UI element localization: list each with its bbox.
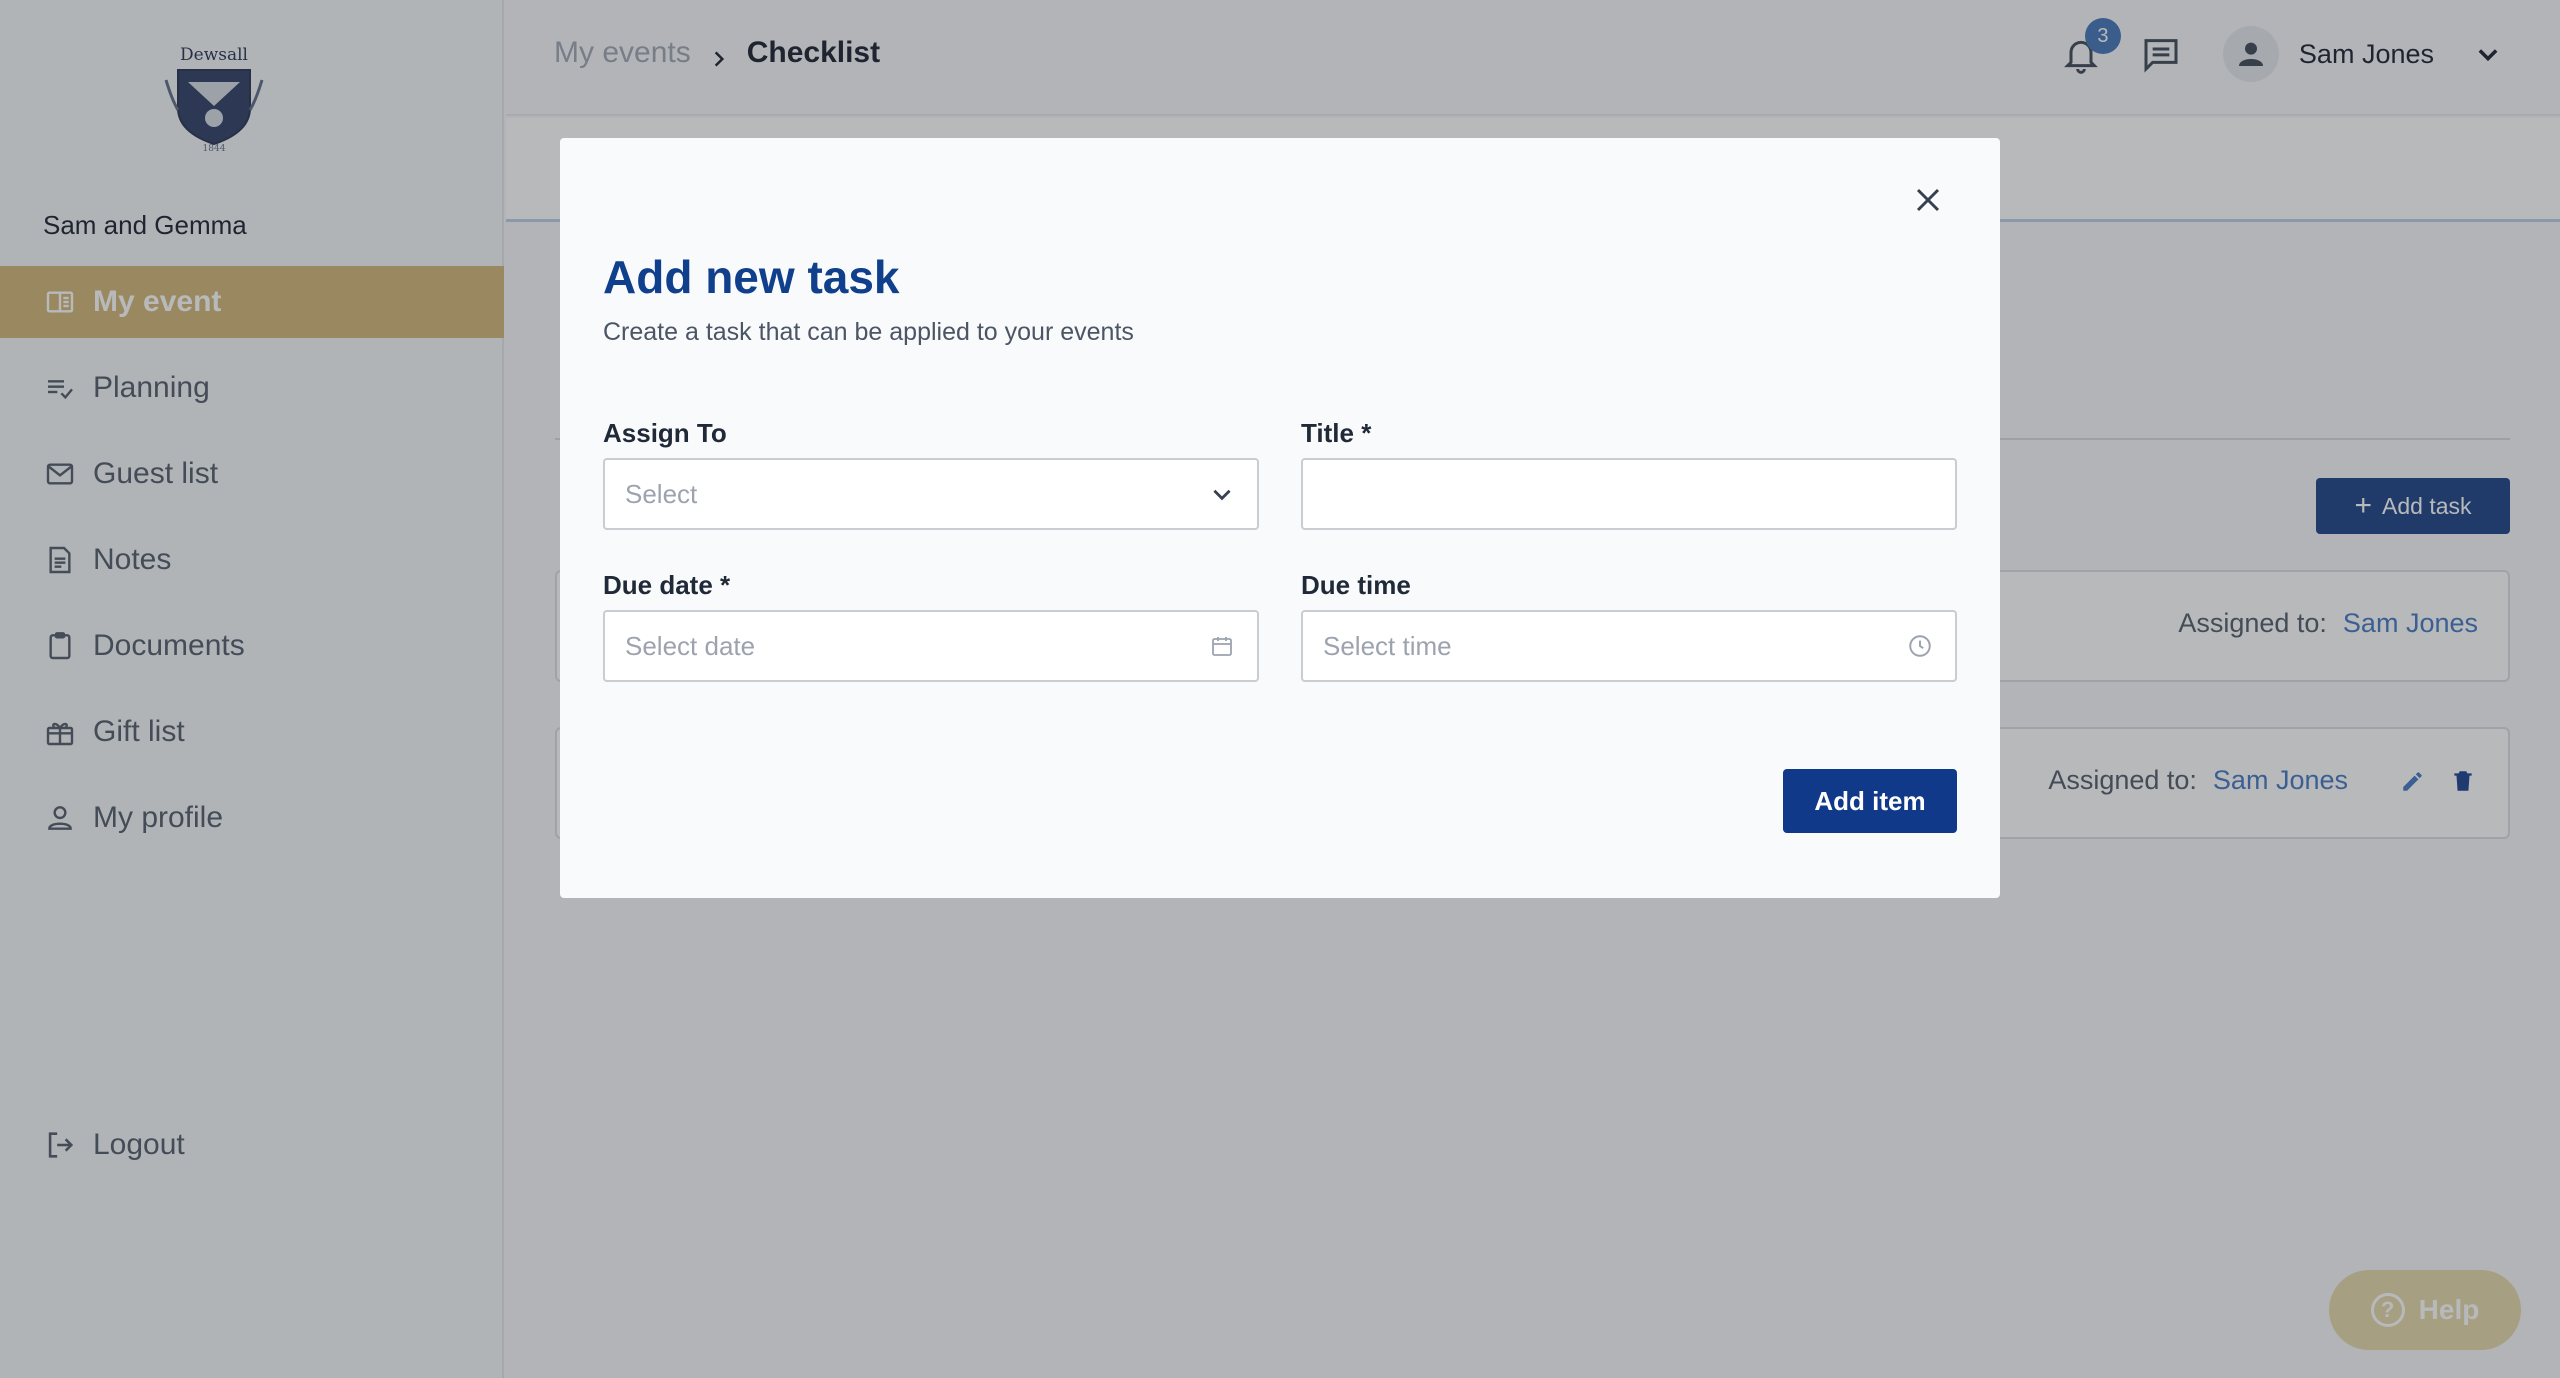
calendar-icon <box>1207 631 1237 661</box>
title-input[interactable] <box>1323 478 1935 510</box>
close-icon <box>1913 185 1943 220</box>
add-item-button[interactable]: Add item <box>1783 769 1957 833</box>
due-date-label: Due date * <box>603 570 731 600</box>
chevron-down-icon <box>1207 479 1237 509</box>
due-date-picker[interactable]: Select date <box>603 610 1259 682</box>
assign-to-select[interactable]: Select <box>603 458 1259 530</box>
title-label: Title * <box>1301 418 1372 448</box>
due-time-placeholder: Select time <box>1323 630 1452 661</box>
due-time-picker[interactable]: Select time <box>1301 610 1957 682</box>
title-input-wrapper <box>1301 458 1957 530</box>
clock-icon <box>1905 631 1935 661</box>
due-time-label: Due time <box>1301 570 1411 600</box>
modal-subtitle: Create a task that can be applied to you… <box>603 318 1134 346</box>
add-task-modal: Add new task Create a task that can be a… <box>560 138 2000 898</box>
modal-title: Add new task <box>603 251 900 303</box>
due-date-placeholder: Select date <box>625 630 756 661</box>
assign-to-label: Assign To <box>603 418 727 448</box>
assign-to-placeholder: Select <box>625 478 698 509</box>
close-button[interactable] <box>1908 182 1948 222</box>
